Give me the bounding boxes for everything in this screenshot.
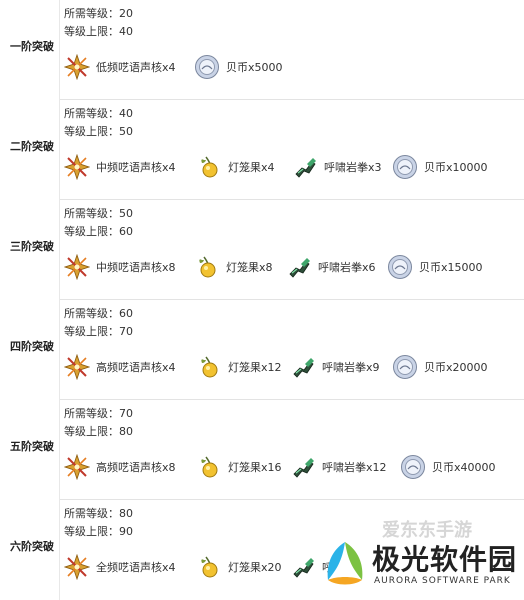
level-cap: 等级上限：50 bbox=[64, 125, 133, 138]
tier-name: 六阶突破 bbox=[10, 540, 54, 553]
material-label: 贝币x15000 bbox=[419, 261, 483, 274]
tier-name: 三阶突破 bbox=[10, 240, 54, 253]
tier-requirements: 所需等级：40 等级上限：50 bbox=[64, 105, 133, 141]
material-list: 中频呓语声核x8 灯笼果x8 呼啸岩拳x6 贝币x15000 bbox=[63, 252, 524, 282]
level-cap: 等级上限：70 bbox=[64, 325, 133, 338]
core-crystal-icon bbox=[63, 453, 91, 481]
core-crystal-icon bbox=[63, 153, 91, 181]
material-item: 呼 bbox=[290, 552, 333, 582]
material-item: 贝币x5000 bbox=[194, 52, 283, 82]
material-item: 高频呓语声核x4 bbox=[63, 352, 176, 382]
shell-coin-icon bbox=[392, 354, 418, 380]
material-label: 高频呓语声核x8 bbox=[96, 461, 176, 474]
material-label: 呼啸岩拳x9 bbox=[322, 361, 380, 374]
material-item: 灯笼果x16 bbox=[196, 452, 282, 482]
material-label: 中频呓语声核x8 bbox=[96, 261, 176, 274]
material-list: 全频呓语声核x4 灯笼果x20 呼 bbox=[63, 552, 524, 582]
level-cap: 等级上限：60 bbox=[64, 225, 133, 238]
material-label: 呼啸岩拳x12 bbox=[322, 461, 387, 474]
roaring-rock-fist-icon bbox=[292, 154, 318, 180]
core-crystal-icon bbox=[63, 553, 91, 581]
required-level: 所需等级：70 bbox=[64, 407, 133, 420]
material-label: 全频呓语声核x4 bbox=[96, 561, 176, 574]
roaring-rock-fist-icon bbox=[290, 454, 316, 480]
lantern-fruit-icon bbox=[196, 354, 222, 380]
material-item: 全频呓语声核x4 bbox=[63, 552, 176, 582]
material-label: 灯笼果x16 bbox=[228, 461, 282, 474]
material-item: 中频呓语声核x8 bbox=[63, 252, 176, 282]
core-crystal-icon bbox=[63, 253, 91, 281]
core-crystal-icon bbox=[63, 353, 91, 381]
required-level: 所需等级：20 bbox=[64, 7, 133, 20]
material-item: 低频呓语声核x4 bbox=[63, 52, 176, 82]
material-item: 灯笼果x20 bbox=[196, 552, 282, 582]
material-label: 呼啸岩拳x3 bbox=[324, 161, 382, 174]
material-list: 低频呓语声核x4 贝币x5000 bbox=[63, 52, 524, 82]
shell-coin-icon bbox=[392, 154, 418, 180]
core-crystal-icon bbox=[63, 53, 91, 81]
material-list: 高频呓语声核x8 灯笼果x16 呼啸岩拳x12 贝币x40000 bbox=[63, 452, 524, 482]
material-label: 贝币x20000 bbox=[424, 361, 488, 374]
material-label: 灯笼果x12 bbox=[228, 361, 282, 374]
material-item: 呼啸岩拳x6 bbox=[286, 252, 376, 282]
shell-coin-icon bbox=[194, 54, 220, 80]
tier-row: 五阶突破 所需等级：70 等级上限：80 高频呓语声核x8 灯笼果x16 呼啸岩拳x12 贝… bbox=[0, 400, 524, 500]
material-item: 贝币x40000 bbox=[400, 452, 496, 482]
material-label: 贝币x10000 bbox=[424, 161, 488, 174]
material-item: 呼啸岩拳x9 bbox=[290, 352, 380, 382]
material-label: 贝币x5000 bbox=[226, 61, 283, 74]
tier-requirements: 所需等级：80 等级上限：90 bbox=[64, 505, 133, 541]
material-label: 贝币x40000 bbox=[432, 461, 496, 474]
level-cap: 等级上限：80 bbox=[64, 425, 133, 438]
tier-requirements: 所需等级：50 等级上限：60 bbox=[64, 205, 133, 241]
material-item: 高频呓语声核x8 bbox=[63, 452, 176, 482]
material-label: 灯笼果x20 bbox=[228, 561, 282, 574]
material-list: 中频呓语声核x4 灯笼果x4 呼啸岩拳x3 贝币x10000 bbox=[63, 152, 524, 182]
tier-row: 三阶突破 所需等级：50 等级上限：60 中频呓语声核x8 灯笼果x8 呼啸岩拳x6 贝币x… bbox=[0, 200, 524, 300]
material-item: 灯笼果x4 bbox=[196, 152, 275, 182]
tier-row: 四阶突破 所需等级：60 等级上限：70 高频呓语声核x4 灯笼果x12 呼啸岩拳x9 贝币… bbox=[0, 300, 524, 400]
material-label: 低频呓语声核x4 bbox=[96, 61, 176, 74]
level-cap: 等级上限：90 bbox=[64, 525, 133, 538]
required-level: 所需等级：40 bbox=[64, 107, 133, 120]
material-label: 高频呓语声核x4 bbox=[96, 361, 176, 374]
level-cap: 等级上限：40 bbox=[64, 25, 133, 38]
material-label: 呼 bbox=[322, 561, 333, 574]
tier-name: 二阶突破 bbox=[10, 140, 54, 153]
tier-name: 四阶突破 bbox=[10, 340, 54, 353]
material-item: 灯笼果x12 bbox=[196, 352, 282, 382]
required-level: 所需等级：60 bbox=[64, 307, 133, 320]
lantern-fruit-icon bbox=[194, 254, 220, 280]
lantern-fruit-icon bbox=[196, 554, 222, 580]
required-level: 所需等级：80 bbox=[64, 507, 133, 520]
lantern-fruit-icon bbox=[196, 454, 222, 480]
tier-requirements: 所需等级：70 等级上限：80 bbox=[64, 405, 133, 441]
material-label: 中频呓语声核x4 bbox=[96, 161, 176, 174]
tier-row: 二阶突破 所需等级：40 等级上限：50 中频呓语声核x4 灯笼果x4 呼啸岩拳x3 贝币x… bbox=[0, 100, 524, 200]
material-label: 灯笼果x4 bbox=[228, 161, 275, 174]
roaring-rock-fist-icon bbox=[290, 354, 316, 380]
roaring-rock-fist-icon bbox=[286, 254, 312, 280]
tier-row: 六阶突破 所需等级：80 等级上限：90 全频呓语声核x4 灯笼果x20 呼 bbox=[0, 500, 524, 600]
shell-coin-icon bbox=[387, 254, 413, 280]
material-label: 呼啸岩拳x6 bbox=[318, 261, 376, 274]
material-item: 呼啸岩拳x3 bbox=[292, 152, 382, 182]
material-item: 中频呓语声核x4 bbox=[63, 152, 176, 182]
material-item: 呼啸岩拳x12 bbox=[290, 452, 387, 482]
tier-requirements: 所需等级：20 等级上限：40 bbox=[64, 5, 133, 41]
tier-name: 五阶突破 bbox=[10, 440, 54, 453]
tier-name: 一阶突破 bbox=[10, 40, 54, 53]
material-list: 高频呓语声核x4 灯笼果x12 呼啸岩拳x9 贝币x20000 bbox=[63, 352, 524, 382]
material-item: 灯笼果x8 bbox=[194, 252, 273, 282]
shell-coin-icon bbox=[400, 454, 426, 480]
material-item: 贝币x10000 bbox=[392, 152, 488, 182]
material-label: 灯笼果x8 bbox=[226, 261, 273, 274]
tier-requirements: 所需等级：60 等级上限：70 bbox=[64, 305, 133, 341]
required-level: 所需等级：50 bbox=[64, 207, 133, 220]
lantern-fruit-icon bbox=[196, 154, 222, 180]
material-item: 贝币x15000 bbox=[387, 252, 483, 282]
tier-row: 一阶突破 所需等级：20 等级上限：40 低频呓语声核x4 贝币x5000 bbox=[0, 0, 524, 100]
roaring-rock-fist-icon bbox=[290, 554, 316, 580]
material-item: 贝币x20000 bbox=[392, 352, 488, 382]
